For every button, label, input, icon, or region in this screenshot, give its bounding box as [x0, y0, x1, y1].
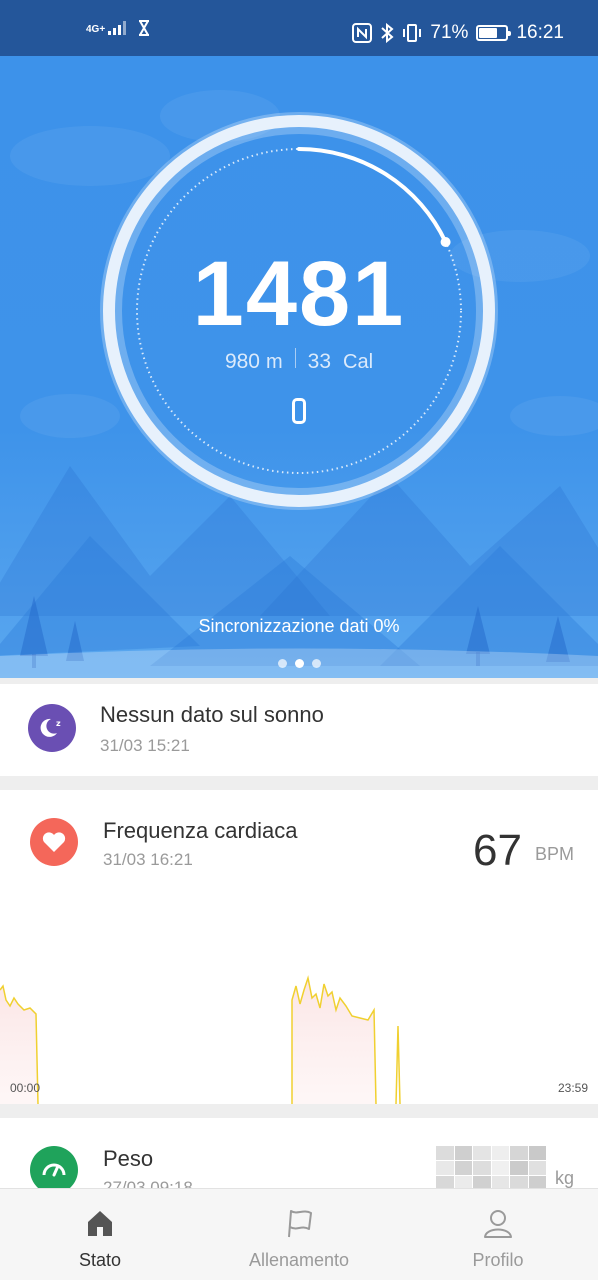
nav-label-profilo: Profilo — [472, 1250, 524, 1270]
page-dot-3[interactable] — [311, 659, 321, 668]
weight-title: Peso — [103, 1146, 154, 1171]
weight-value-pixelated — [436, 1146, 546, 1188]
moon-icon: z — [28, 704, 76, 752]
person-icon — [484, 1210, 512, 1238]
step-count: 1481 — [192, 243, 406, 345]
nav-item-allenamento[interactable]: Allenamento — [199, 1189, 399, 1280]
chart-x-end-label: 23:59 — [557, 1081, 588, 1095]
bottom-nav: Stato Allenamento Profilo — [0, 1188, 598, 1280]
weight-card[interactable]: Peso 27/03 09:18 kg — [0, 1118, 598, 1188]
heart-rate-timestamp: 31/03 16:21 — [103, 850, 193, 869]
weight-timestamp: 27/03 09:18 — [103, 1178, 193, 1188]
battery-percent: 71% — [430, 22, 469, 43]
heart-rate-spike — [395, 1025, 401, 1104]
sleep-title: Nessun dato sul sonno — [100, 702, 324, 727]
activity-hero[interactable]: 1481 980 m 33 Cal Sincronizzazione dati … — [0, 56, 598, 678]
calories-unit: Cal — [343, 351, 374, 373]
status-right: 71% 16:21 — [352, 22, 564, 44]
page-dot-1[interactable] — [277, 659, 287, 668]
stats-divider — [294, 348, 296, 368]
signal-icon: 4G+ — [86, 21, 127, 35]
status-left: 4G+ — [86, 20, 150, 36]
clock: 16:21 — [516, 22, 564, 43]
heart-rate-value: 67 — [473, 826, 522, 875]
nav-item-stato[interactable]: Stato — [0, 1189, 200, 1280]
heart-rate-unit: BPM — [534, 844, 574, 864]
heart-rate-segment-2 — [291, 975, 377, 1104]
battery-icon — [476, 25, 512, 41]
distance-value: 980 — [224, 350, 260, 373]
chart-x-start-label: 00:00 — [10, 1081, 41, 1095]
battery-fill — [479, 28, 498, 38]
heart-rate-chart[interactable] — [0, 970, 598, 1104]
hourglass-icon — [139, 20, 150, 36]
heart-rate-title: Frequenza cardiaca — [103, 818, 298, 843]
flag-icon — [288, 1210, 312, 1238]
page-indicator[interactable] — [0, 659, 598, 668]
band-icon — [292, 398, 306, 424]
heart-icon — [30, 818, 78, 866]
page-dot-2[interactable] — [294, 659, 304, 668]
activity-substats: 980 m 33 Cal — [0, 348, 598, 374]
network-type: 4G+ — [86, 24, 106, 35]
home-icon — [88, 1211, 112, 1236]
distance-unit: m — [266, 351, 283, 373]
sleep-timestamp: 31/03 15:21 — [100, 736, 190, 755]
bluetooth-icon — [381, 23, 394, 43]
scale-icon — [30, 1146, 78, 1188]
svg-text:z: z — [56, 719, 61, 728]
status-bar: 4G+ 71% 16:21 — [0, 0, 598, 56]
nav-label-allenamento: Allenamento — [248, 1250, 350, 1270]
weight-unit: kg — [554, 1168, 574, 1188]
nav-label-stato: Stato — [78, 1250, 122, 1270]
sync-status: Sincronizzazione dati 0% — [198, 616, 400, 636]
calories-value: 33 — [307, 350, 332, 373]
vibrate-icon — [403, 24, 422, 42]
sleep-card[interactable]: z Nessun dato sul sonno 31/03 15:21 — [0, 684, 598, 776]
nfc-icon — [352, 23, 373, 43]
nav-item-profilo[interactable]: Profilo — [398, 1189, 598, 1280]
